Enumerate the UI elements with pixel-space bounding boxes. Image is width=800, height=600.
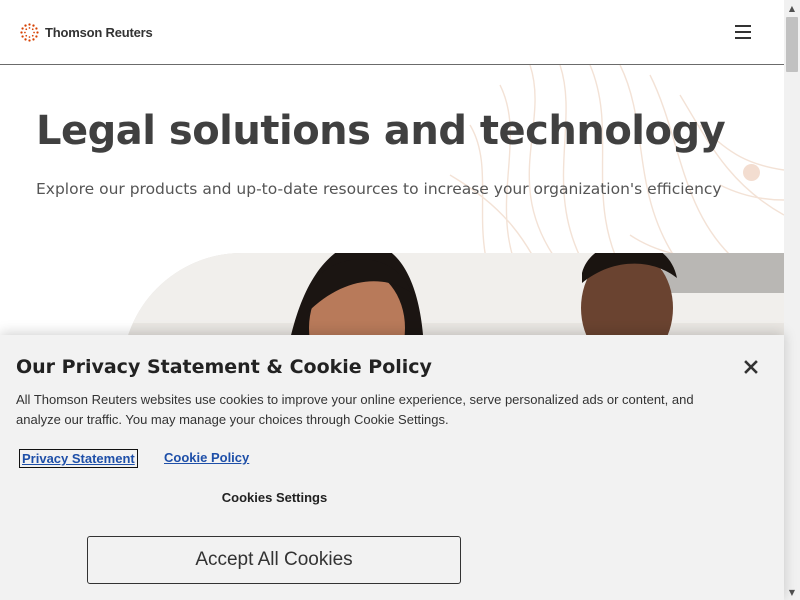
logo[interactable]: Thomson Reuters bbox=[20, 22, 153, 42]
thomson-reuters-logo-icon bbox=[20, 22, 39, 42]
decorative-dot bbox=[743, 164, 760, 181]
scroll-up-arrow-icon[interactable]: ▲ bbox=[784, 0, 800, 16]
page-title: Legal solutions and technology bbox=[36, 108, 726, 154]
logo-text: Thomson Reuters bbox=[45, 24, 153, 40]
cookie-banner-title: Our Privacy Statement & Cookie Policy bbox=[16, 356, 432, 378]
site-header: Thomson Reuters bbox=[0, 0, 784, 65]
page-scrollbar[interactable]: ▲ ▼ bbox=[784, 0, 800, 600]
close-icon[interactable] bbox=[741, 357, 761, 377]
scroll-thumb[interactable] bbox=[786, 17, 798, 72]
accept-all-cookies-button[interactable]: Accept All Cookies bbox=[87, 536, 461, 584]
cookie-banner: Our Privacy Statement & Cookie Policy Al… bbox=[0, 335, 784, 600]
privacy-statement-link[interactable]: Privacy Statement bbox=[19, 449, 138, 468]
cookies-settings-button[interactable]: Cookies Settings bbox=[88, 490, 461, 505]
cookie-banner-text: All Thomson Reuters websites use cookies… bbox=[16, 392, 694, 427]
scroll-down-arrow-icon[interactable]: ▼ bbox=[784, 584, 800, 600]
page-subtitle: Explore our products and up-to-date reso… bbox=[36, 180, 722, 198]
cookie-policy-link[interactable]: Cookie Policy bbox=[164, 450, 249, 465]
hamburger-menu-icon[interactable] bbox=[735, 25, 751, 39]
